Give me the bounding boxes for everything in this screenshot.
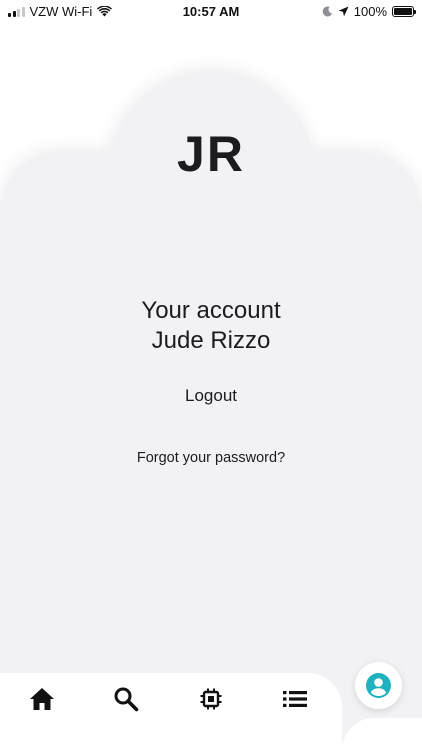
home-icon [30, 688, 54, 710]
status-bar-right: 100% [322, 4, 416, 19]
tab-chip[interactable] [194, 683, 228, 715]
moon-icon [322, 6, 332, 17]
location-arrow-icon [338, 6, 349, 17]
tab-search[interactable] [109, 683, 143, 715]
search-icon [114, 687, 139, 712]
list-icon [283, 691, 307, 707]
chip-icon [200, 688, 222, 710]
status-bar: VZW Wi-Fi 10:57 AM 100% [0, 0, 422, 24]
battery-percent: 100% [353, 4, 387, 19]
user-initials-avatar: JR [177, 126, 245, 182]
user-name: Jude Rizzo [151, 327, 271, 354]
account-screen: VZW Wi-Fi 10:57 AM 100% JR Your account … [0, 0, 422, 750]
battery-icon [392, 6, 416, 17]
account-title: Your account [141, 297, 281, 324]
logout-button[interactable]: Logout [161, 382, 261, 410]
account-circle-icon [366, 673, 391, 698]
forgot-password-link[interactable]: Forgot your password? [111, 450, 311, 472]
tab-list[interactable] [278, 683, 312, 715]
profile-button[interactable] [355, 662, 402, 709]
tab-home[interactable] [25, 683, 59, 715]
account-heading: Your account Jude Rizzo [0, 296, 422, 356]
